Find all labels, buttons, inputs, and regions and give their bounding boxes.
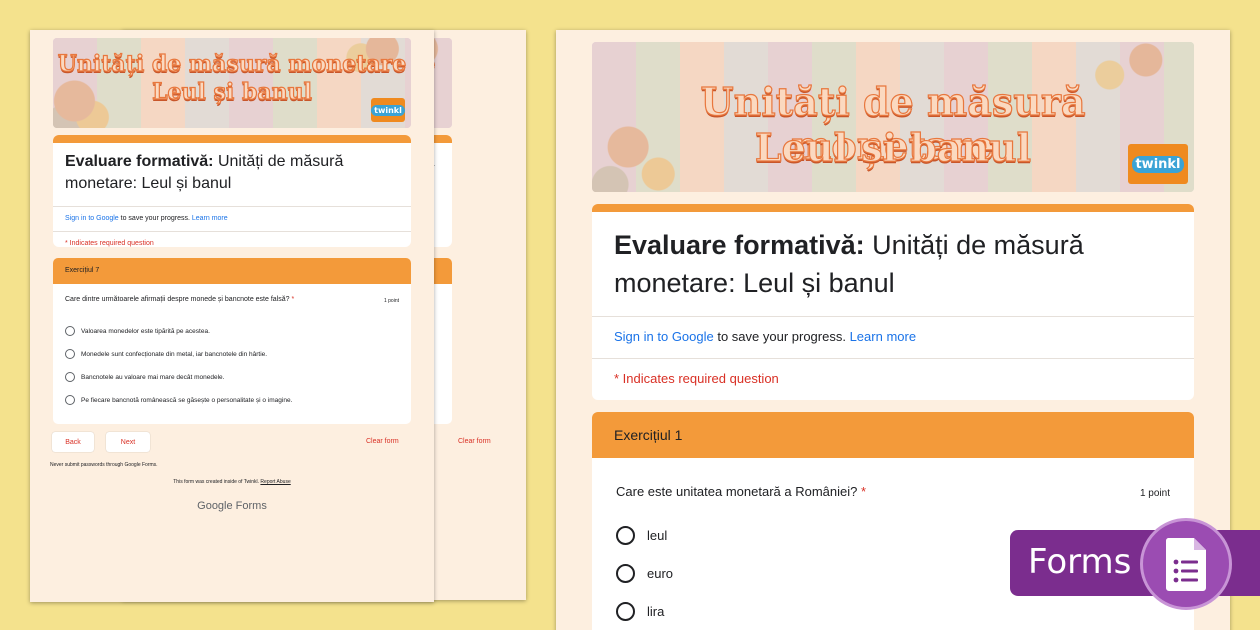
section-header: Exercițiul 7: [53, 258, 411, 284]
form-header-card: Evaluare formativă: Unități de măsură mo…: [592, 204, 1194, 400]
question-text: Care este unitatea monetară a României? …: [616, 484, 867, 499]
sign-in-link[interactable]: Sign in to Google: [614, 329, 714, 344]
google-forms-icon: [1140, 518, 1232, 610]
radio-option[interactable]: Monedele sunt confecționate din metal, i…: [65, 349, 267, 359]
sign-in-link[interactable]: Sign in to Google: [65, 215, 119, 222]
radio-icon[interactable]: [65, 326, 75, 336]
radio-option[interactable]: leul: [616, 526, 667, 545]
radio-icon[interactable]: [616, 602, 635, 621]
section-header: Exercițiul 1: [592, 412, 1194, 458]
radio-option[interactable]: euro: [616, 564, 673, 583]
radio-option[interactable]: Pe fiecare bancnotă românească se găseșt…: [65, 395, 292, 405]
form-banner: Unități de măsură monetare Leul și banul…: [592, 42, 1194, 192]
learn-more-link[interactable]: Learn more: [192, 215, 228, 222]
radio-option[interactable]: Valoarea monedelor este tipărită pe aces…: [65, 326, 210, 336]
radio-icon[interactable]: [616, 564, 635, 583]
radio-icon[interactable]: [616, 526, 635, 545]
next-button[interactable]: Next: [106, 432, 150, 452]
required-notice: * Indicates required question: [53, 231, 411, 247]
clear-form-link[interactable]: Clear form: [458, 438, 491, 445]
form-banner: Unități de măsură monetare Leul și banul…: [53, 38, 411, 128]
learn-more-link[interactable]: Learn more: [850, 329, 916, 344]
password-warning: Never submit passwords through Google Fo…: [50, 462, 158, 468]
twinkl-logo: twinkl: [371, 98, 405, 122]
report-abuse-link[interactable]: Report Abuse: [260, 479, 290, 485]
radio-option[interactable]: Bancnotele au valoare mai mare decât mon…: [65, 372, 224, 382]
radio-icon[interactable]: [65, 395, 75, 405]
form-title: Evaluare formativă: Unități de măsură mo…: [614, 230, 1084, 298]
footer-disclaimer: This form was created inside of Twinkl. …: [173, 479, 291, 485]
radio-icon[interactable]: [65, 372, 75, 382]
question-card: Care dintre următoarele afirmații despre…: [53, 284, 411, 424]
required-notice: * Indicates required question: [592, 358, 1194, 400]
points-label: 1 point: [1139, 488, 1170, 499]
sign-in-notice: Sign in to Google to save your progress.…: [53, 206, 411, 231]
twinkl-logo: twinkl: [1128, 144, 1188, 184]
question-text: Care dintre următoarele afirmații despre…: [65, 296, 399, 304]
forms-badge-label: Forms: [1028, 542, 1132, 582]
radio-option[interactable]: lira: [616, 602, 664, 621]
small-form-page: Unități de măsură monetare Leul și banul…: [30, 30, 434, 602]
radio-icon[interactable]: [65, 349, 75, 359]
form-title: Evaluare formativă: Unități de măsură mo…: [65, 153, 344, 192]
clear-form-link[interactable]: Clear form: [366, 438, 399, 445]
back-button[interactable]: Back: [52, 432, 94, 452]
google-forms-wordmark: Google Forms: [197, 500, 267, 512]
form-header-card: Evaluare formativă: Unități de măsură mo…: [53, 135, 411, 247]
sign-in-notice: Sign in to Google to save your progress.…: [592, 316, 1194, 358]
points-label: 1 point: [383, 298, 399, 304]
